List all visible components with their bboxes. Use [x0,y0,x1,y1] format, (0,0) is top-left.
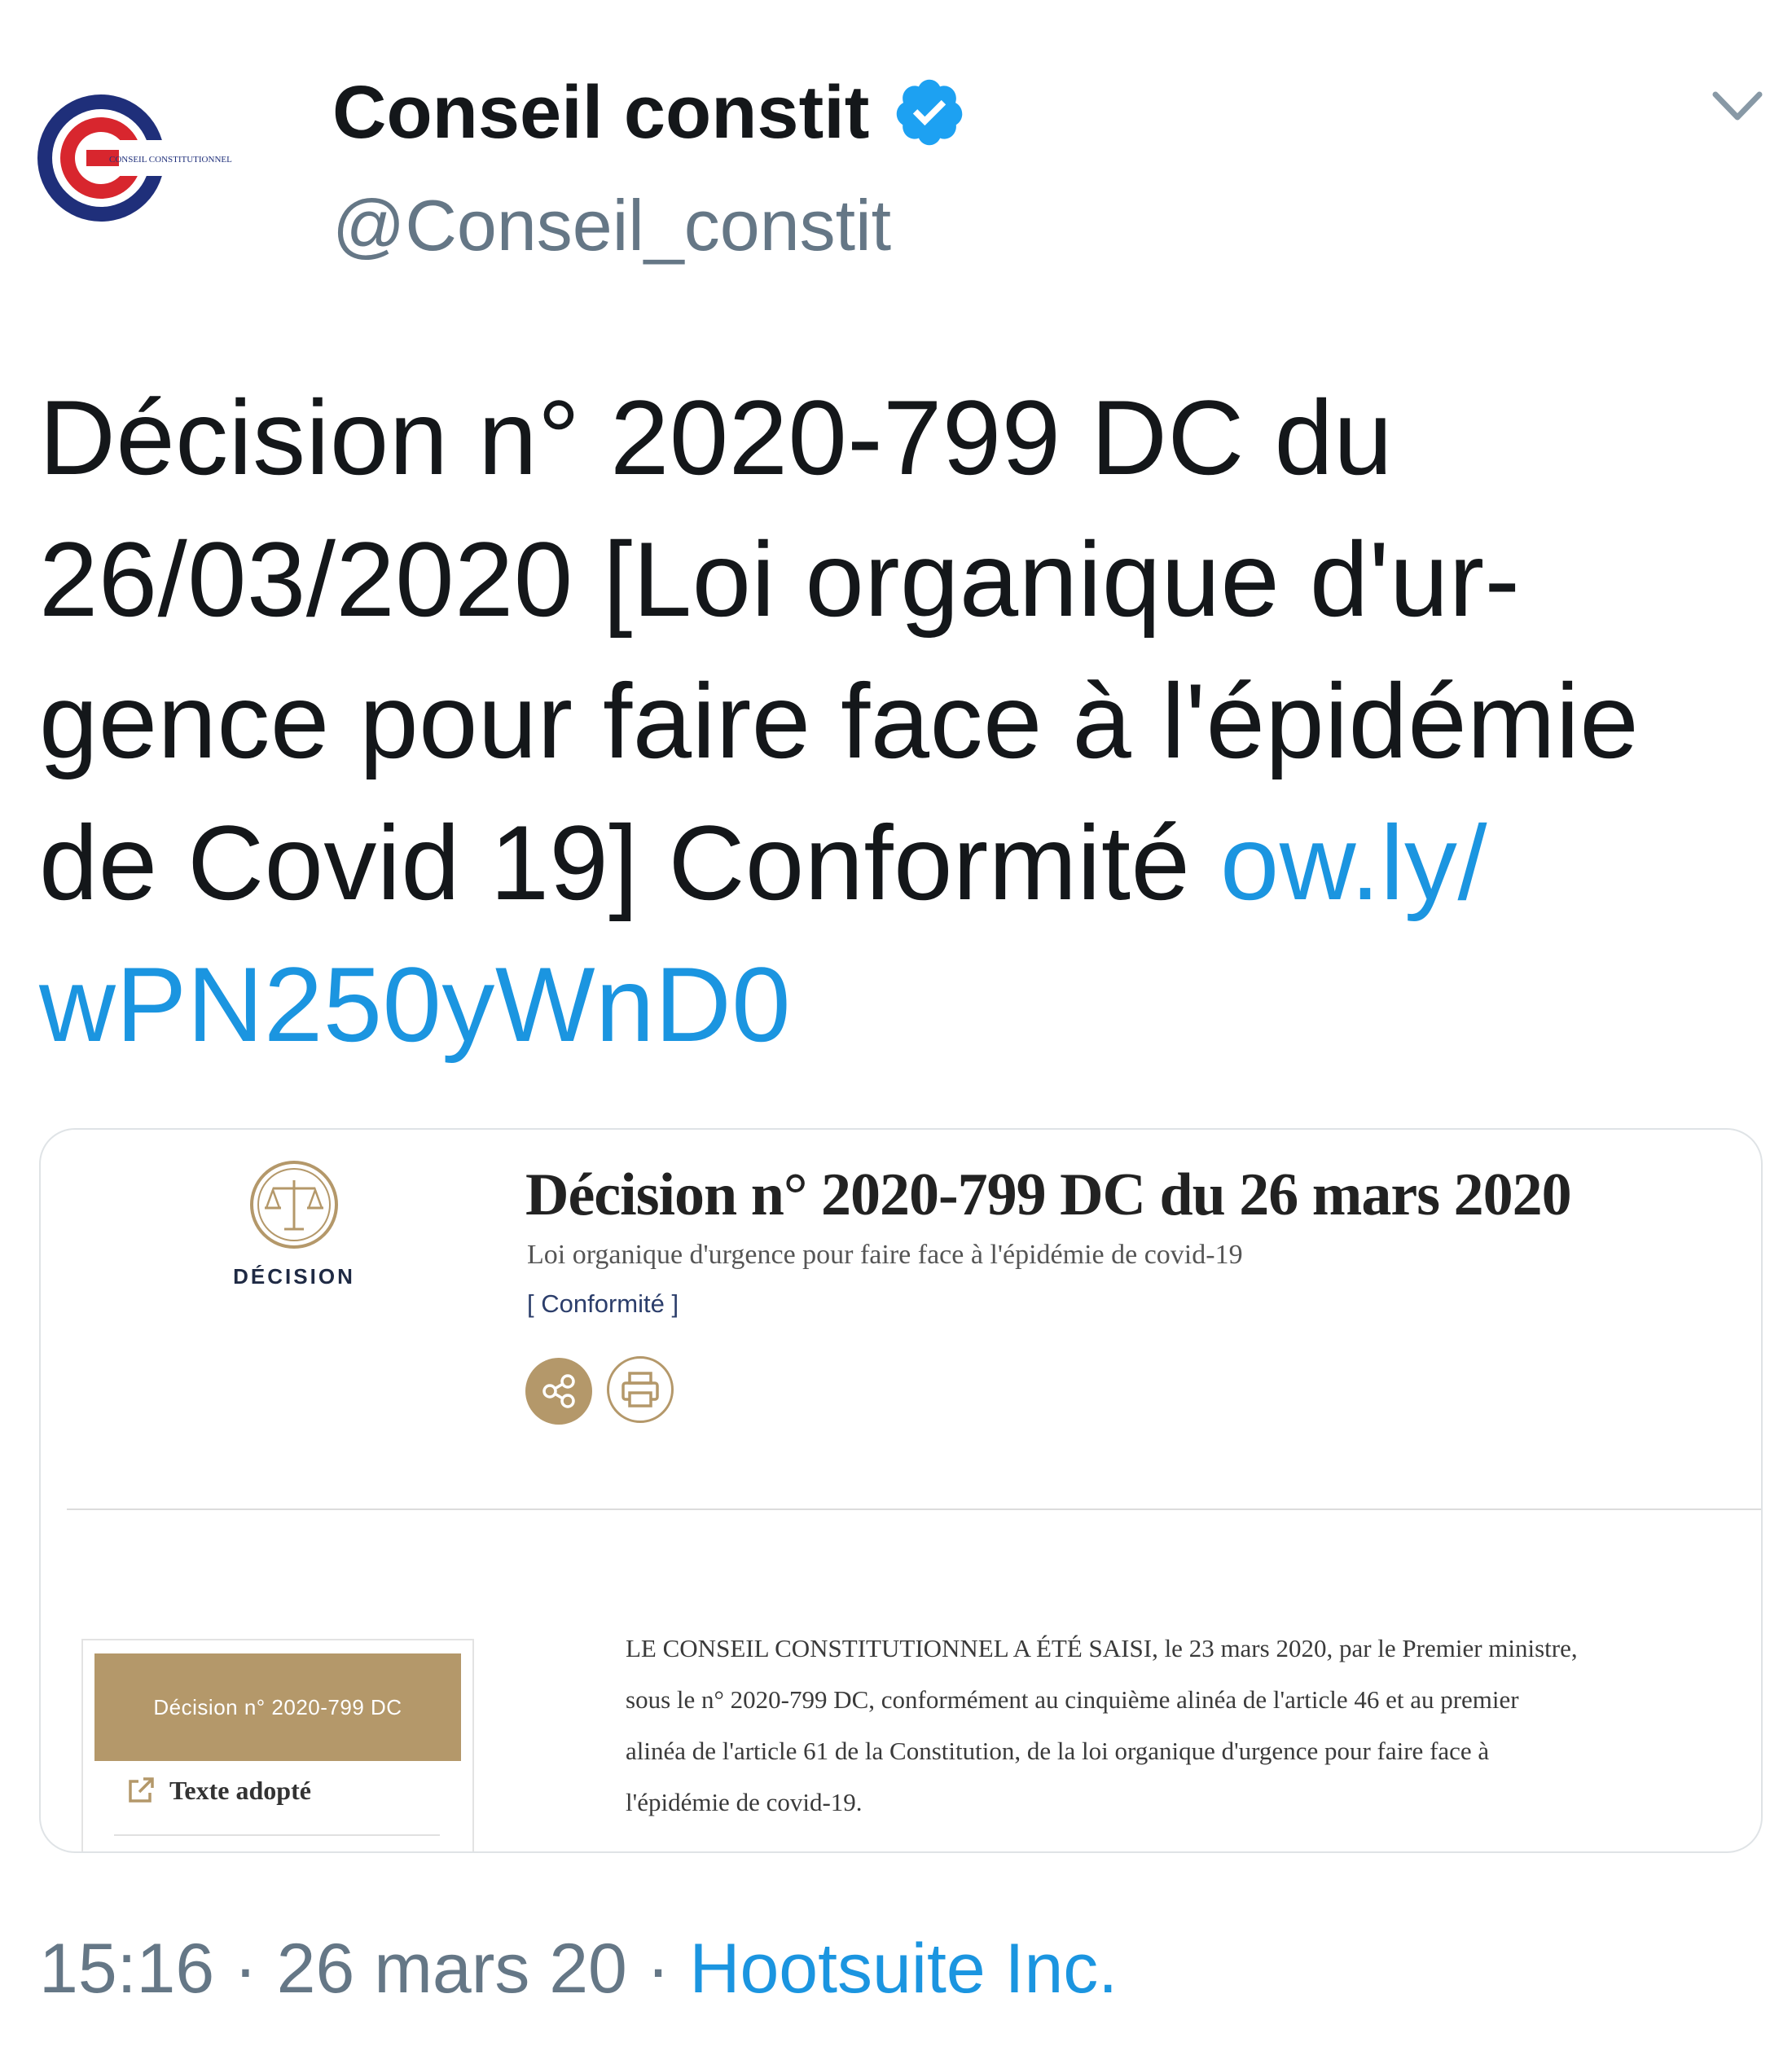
link-preview-card[interactable]: DÉCISION Décision n° 2020-799 DC du 26 m… [39,1128,1763,1853]
print-button[interactable] [607,1356,674,1423]
tweet-metadata: 15:16 · 26 mars 20 · Hootsuite Inc. [39,1924,1118,2013]
printer-icon [621,1372,659,1407]
share-button[interactable] [525,1358,592,1425]
avatar-caption: CONSEIL CONSTITUTIONNEL [109,155,232,165]
adopted-text-link[interactable]: Texte adopté [125,1775,311,1806]
chevron-down-icon[interactable] [1711,88,1764,125]
author-name[interactable]: Conseil constit [332,64,967,161]
card-subtitle: Loi organique d'urgence pour faire face … [527,1240,1243,1270]
card-title: Décision n° 2020-799 DC du 26 mars 2020 [525,1162,1572,1228]
meta-separator: · [234,1930,257,2008]
tweet-text: Décision n° 2020-799 DC du 26/03/2020 [L… [39,367,1766,1075]
author-handle[interactable]: @Conseil_constit [332,181,891,270]
card-divider [67,1508,1761,1510]
card-verdict: [ Conformité ] [527,1289,679,1318]
external-link-icon [129,1777,154,1803]
card-category-label: DÉCISION [233,1264,355,1289]
verified-badge-icon [892,75,967,150]
tweet-link-line1[interactable]: ow.ly/ [1220,803,1487,922]
tweet-time[interactable]: 15:16 [39,1930,214,2008]
scales-of-justice-icon [248,1159,340,1250]
tweet-source-link[interactable]: Hootsuite Inc. [689,1930,1118,2008]
meta-separator: · [646,1930,670,2008]
avatar[interactable]: CONSEIL CONSTITUTIONNEL [33,90,293,236]
side-panel-divider [114,1834,440,1836]
tweet-date[interactable]: 26 mars 20 [277,1930,627,2008]
decision-number-tab[interactable]: Décision n° 2020-799 DC [94,1653,461,1761]
tweet-link-line2[interactable]: wPN250yWnD0 [39,945,791,1064]
share-icon [542,1374,575,1408]
card-body-text: LE CONSEIL CONSTITUTIONNEL A ÉTÉ SAISI, … [626,1634,1578,1816]
adopted-text-label[interactable]: Texte adopté [169,1776,311,1806]
decision-side-panel: Décision n° 2020-799 DC Texte adopté [81,1639,474,1851]
author-name-text[interactable]: Conseil constit [332,64,869,161]
conseil-constitutionnel-logo: CONSEIL CONSTITUTIONNEL [37,94,232,222]
